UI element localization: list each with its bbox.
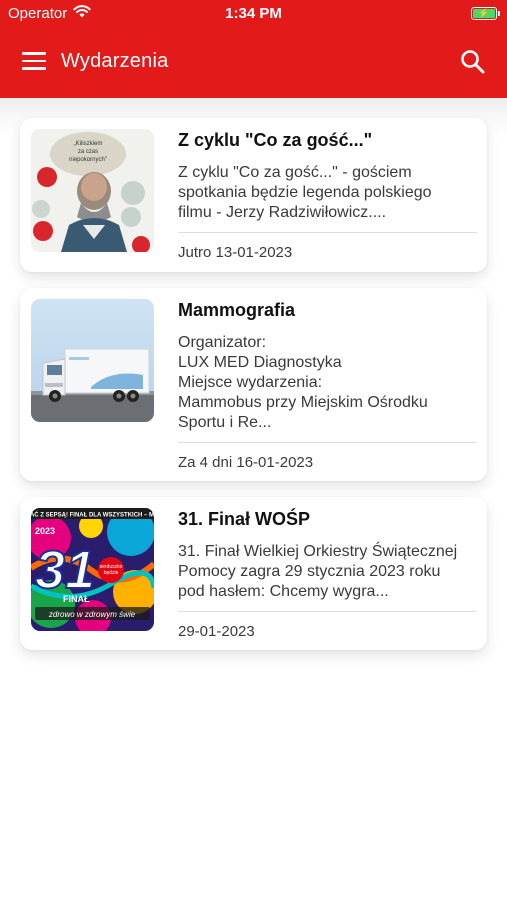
event-card[interactable]: „Kiliszkiem za czas niepokornych” Z cykl…	[20, 118, 487, 272]
svg-text:będzie: będzie	[104, 570, 119, 576]
hamburger-menu-icon[interactable]	[22, 52, 46, 72]
status-time: 1:34 PM	[225, 5, 282, 22]
battery-charging-icon: ⚡	[471, 7, 500, 20]
event-title: 31. Finał WOŚP	[178, 509, 311, 529]
svg-text:2023: 2023	[35, 526, 55, 536]
app-bar: Wydarzenia	[0, 28, 507, 98]
event-card[interactable]: ĆAĆ Z SEPSĄ! FINAŁ DLA WSZYSTKICH – MA 2…	[20, 497, 487, 650]
events-list: „Kiliszkiem za czas niepokornych” Z cykl…	[0, 98, 507, 900]
divider	[178, 442, 477, 443]
event-description: Organizator: LUX MED Diagnostyka Miejsce…	[178, 334, 428, 431]
svg-text:FINAŁ: FINAŁ	[63, 594, 90, 604]
event-date: Za 4 dni 16-01-2023	[178, 454, 314, 471]
event-thumbnail: ĆAĆ Z SEPSĄ! FINAŁ DLA WSZYSTKICH – MA 2…	[31, 508, 154, 631]
svg-text:zdrowo w zdrowym świe: zdrowo w zdrowym świe	[48, 610, 136, 619]
event-date: 29-01-2023	[178, 623, 255, 640]
svg-text:ĆAĆ Z SEPSĄ! FINAŁ DLA WSZYSTK: ĆAĆ Z SEPSĄ! FINAŁ DLA WSZYSTKICH – MA	[31, 511, 154, 519]
divider	[178, 611, 477, 612]
event-thumbnail: „Kiliszkiem za czas niepokornych”	[31, 129, 154, 252]
page-title: Wydarzenia	[61, 50, 169, 72]
event-description: 31. Finał Wielkiej Orkiestry Świątecznej…	[178, 543, 458, 600]
svg-text:za czas: za czas	[78, 149, 98, 155]
divider	[178, 232, 477, 233]
event-title: Z cyklu "Co za gość..."	[178, 130, 373, 150]
event-title: Mammografia	[178, 300, 296, 320]
search-icon[interactable]	[459, 48, 487, 76]
event-card[interactable]: Mammografia Organizator: LUX MED Diagnos…	[20, 288, 487, 481]
svg-text:31: 31	[35, 540, 95, 600]
event-description: Z cyklu "Co za gość..." - gościem spotka…	[178, 164, 432, 221]
event-date: Jutro 13-01-2023	[178, 244, 293, 261]
status-bar: Operator 1:34 PM ⚡	[0, 0, 507, 28]
event-thumbnail	[31, 299, 154, 422]
svg-text:„Kiliszkiem: „Kiliszkiem	[74, 141, 103, 147]
svg-text:niepokornych”: niepokornych”	[69, 157, 107, 163]
